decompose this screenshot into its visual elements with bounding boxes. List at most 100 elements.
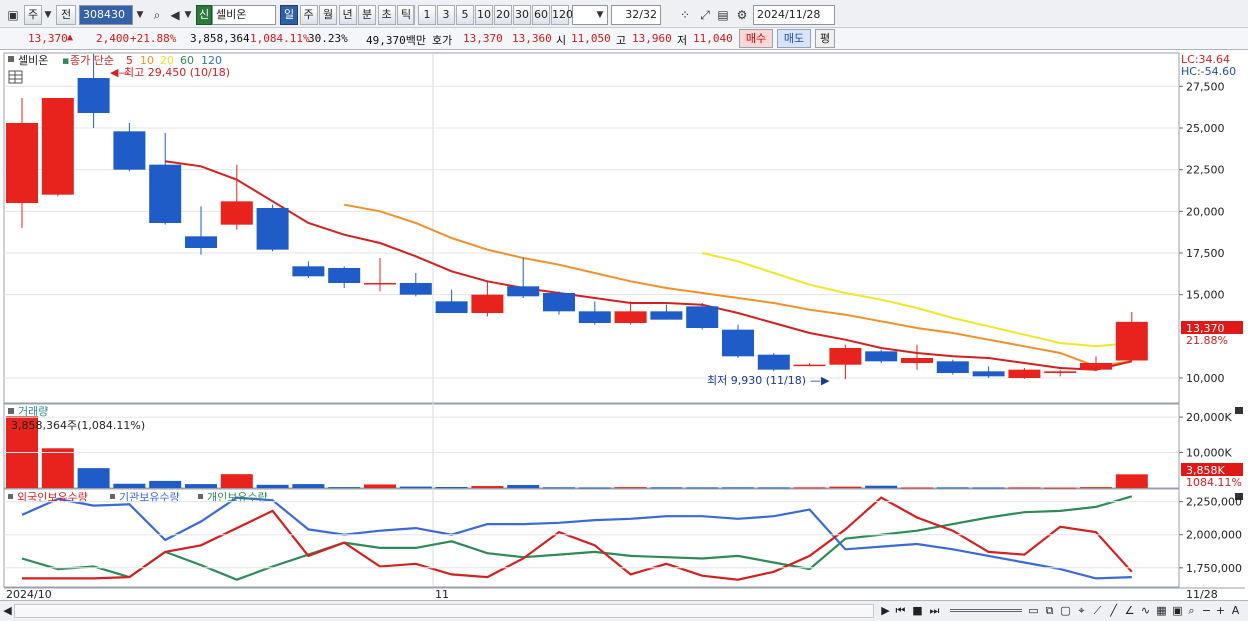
box-icon[interactable]: ▣	[1170, 603, 1185, 619]
chart-area[interactable]: 셀비온 ▪ 종가 단순 5 10 20 60 120 ◀— 최고 29,450 (10/…	[0, 51, 1248, 601]
quote-price: 13,370	[28, 32, 68, 45]
volume-bar	[650, 487, 683, 489]
legend-marker-icon	[110, 494, 115, 499]
candle	[936, 359, 969, 375]
eval-button[interactable]: 평	[815, 29, 835, 48]
candle-body	[793, 364, 826, 367]
stop-icon[interactable]: ■	[910, 603, 925, 619]
line-icon[interactable]: ╱	[1106, 603, 1121, 619]
crosshair-icon[interactable]: ⌖	[1074, 603, 1089, 619]
stock-code-input[interactable]: 308430	[79, 5, 133, 25]
candle-body	[113, 131, 146, 170]
speaker-dropdown-icon[interactable]: ▼	[182, 5, 194, 25]
quote-low: 11,040	[693, 32, 733, 45]
date-field[interactable]: 2024/11/28	[753, 5, 835, 25]
legend-marker-icon	[198, 494, 203, 499]
chart-background	[0, 51, 1248, 600]
page-count-field[interactable]: 32/32	[611, 5, 661, 25]
volume-bar	[543, 487, 575, 489]
volume-bar	[722, 487, 754, 489]
candle	[41, 98, 74, 197]
hc-label: HC:-54.60	[1181, 65, 1236, 78]
fast-forward-icon[interactable]: ⏭	[927, 603, 942, 619]
volume-title: 거래량	[18, 405, 48, 418]
code-dropdown-icon[interactable]: ▼	[133, 5, 147, 25]
candle-body	[578, 311, 611, 323]
price-stock-tag: 셀비온	[18, 54, 48, 67]
zoom-icon[interactable]: ⌕	[1184, 603, 1199, 619]
grid-icon[interactable]: ▦	[1154, 603, 1169, 619]
bottom-bar: ◀ ▶ ⏮ ■ ⏭ ▭ ⧉ ▢ ⌖ ⟋ ╱ ∠ ∿ ▦ ▣ ⌕ − + A	[0, 600, 1248, 621]
chevron-down-icon[interactable]: ▼	[42, 5, 54, 25]
angle-icon[interactable]: ∠	[1122, 603, 1137, 619]
candle-body	[220, 201, 253, 225]
volume-bar	[901, 487, 933, 489]
interval-button-6[interactable]: 60	[532, 5, 550, 25]
timeframe-button-0[interactable]: 일	[280, 5, 298, 25]
dots-icon[interactable]: ⁘	[676, 5, 694, 25]
interval-dropdown-icon[interactable]: ▼	[594, 5, 606, 25]
candle	[722, 324, 754, 358]
window-icon-b[interactable]: ▢	[1058, 603, 1073, 619]
search-icon[interactable]: ⌕	[148, 5, 166, 25]
interval-button-3[interactable]: 10	[475, 5, 493, 25]
wave-icon[interactable]: ∿	[1138, 603, 1153, 619]
quote-change-pct: +21.88%	[130, 32, 177, 45]
buy-button[interactable]: 매수	[739, 29, 773, 48]
stock-chart[interactable]: 셀비온 ▪ 종가 단순 5 10 20 60 120 ◀— 최고 29,450 (10/…	[0, 51, 1248, 601]
scroll-left-icon[interactable]: ◀	[0, 603, 15, 619]
volume-tick-label: 20,000K	[1186, 411, 1232, 424]
interval-button-7[interactable]: 120	[551, 5, 573, 25]
trend-icon[interactable]: ⟋	[1090, 603, 1105, 619]
candle-body	[1044, 371, 1077, 373]
rewind-icon[interactable]: ⏮	[893, 603, 908, 619]
interval-button-5[interactable]: 30	[513, 5, 531, 25]
price-legend-name: 종가 단순	[70, 54, 114, 67]
interval-button-4[interactable]: 20	[494, 5, 512, 25]
gear-icon[interactable]: ⚙	[733, 5, 751, 25]
timeframe-button-2[interactable]: 월	[319, 5, 337, 25]
candle-body	[364, 283, 396, 285]
quote-high: 13,960	[632, 32, 672, 45]
prev-button[interactable]: 전	[56, 5, 76, 25]
price-tick-label: 17,500	[1186, 247, 1225, 260]
candle-body	[901, 358, 933, 363]
price-tick-label: 10,000	[1186, 372, 1225, 385]
candle-body	[614, 311, 647, 323]
volume-bar	[77, 468, 110, 488]
zoom-out-icon[interactable]: −	[1199, 603, 1214, 619]
zoom-in-icon[interactable]: +	[1213, 603, 1228, 619]
candle-body	[1080, 363, 1112, 370]
sell-button[interactable]: 매도	[777, 29, 811, 48]
candle-body	[77, 78, 110, 113]
holdings-tick-label: 2,000,000	[1186, 529, 1242, 542]
scroll-right-icon[interactable]: ▶	[878, 603, 893, 619]
layout-icon[interactable]: ▭	[1026, 603, 1041, 619]
interval-button-0[interactable]: 1	[418, 5, 436, 25]
price-tick-label: 22,500	[1186, 164, 1225, 177]
timeframe-button-3[interactable]: 년	[338, 5, 357, 25]
pane-close-icon[interactable]	[1235, 407, 1243, 414]
quote-ask: 13,370	[463, 32, 503, 45]
volume-bar	[292, 484, 325, 488]
stock-name-field[interactable]: 셀비온	[212, 5, 276, 25]
timeframe-button-4[interactable]: 분	[358, 5, 376, 25]
volume-bar	[757, 487, 790, 489]
period-button[interactable]: 주	[24, 5, 42, 25]
quote-volume-pct: 1,084.11%	[250, 32, 310, 45]
text-tool-icon[interactable]: A	[1228, 603, 1243, 619]
save-icon[interactable]: ▤	[714, 5, 732, 25]
expand-icon[interactable]: ⤢	[696, 5, 714, 25]
timeframe-button-1[interactable]: 주	[299, 5, 318, 25]
interval-button-2[interactable]: 5	[456, 5, 474, 25]
quote-change: 2,400	[96, 32, 130, 45]
range-slider[interactable]	[950, 609, 1022, 612]
interval-button-1[interactable]: 3	[437, 5, 455, 25]
horizontal-scrollbar[interactable]	[14, 604, 874, 618]
candle-body	[722, 329, 754, 357]
volume-bar	[936, 487, 969, 489]
window-icon[interactable]: ▣	[4, 5, 22, 25]
copy-icon[interactable]: ⧉	[1042, 603, 1057, 619]
timeframe-button-5[interactable]: 초	[377, 5, 396, 25]
volume-bar	[829, 486, 862, 488]
